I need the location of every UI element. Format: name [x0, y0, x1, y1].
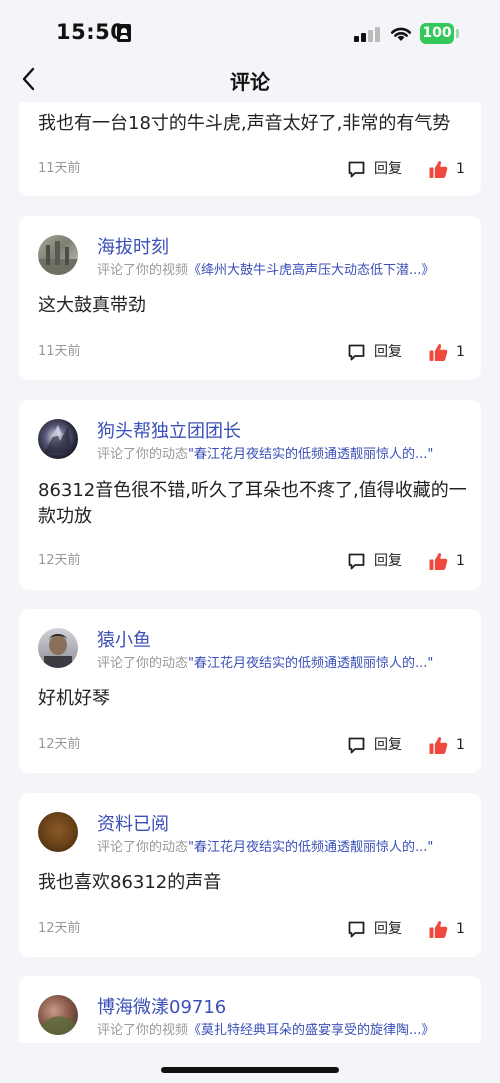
comment-list[interactable]: 我也有一台18寸的牛斗虎,声音太好了,非常的有气势 11天前 回复 1 海拔时刻… [0, 102, 500, 1043]
id-card-icon [117, 24, 131, 42]
thumbs-up-icon [429, 160, 448, 178]
like-count: 1 [456, 737, 465, 753]
like-button[interactable]: 1 [429, 919, 479, 939]
comment-bubble-icon [348, 553, 365, 570]
comment-bubble-icon [348, 737, 365, 754]
target-link[interactable]: "春江花月夜结实的低频通透靓丽惊人的..." [188, 447, 433, 462]
avatar[interactable] [38, 419, 78, 459]
comment-footer: 11天前 回复 1 [19, 159, 481, 179]
comment-time: 12天前 [38, 921, 81, 936]
comment-text: 我也有一台18寸的牛斗虎,声音太好了,非常的有气势 [38, 113, 451, 134]
comment-context: 评论了你的视频《绛州大鼓牛斗虎高声压大动态低下潜...》 [97, 259, 469, 278]
comment-card: 我也有一台18寸的牛斗虎,声音太好了,非常的有气势 11天前 回复 1 [19, 102, 481, 196]
thumbs-up-icon [429, 920, 448, 938]
comment-card: 博海微漾09716 评论了你的视频《莫扎特经典耳朵的盛宴享受的旋律陶...》 [19, 976, 481, 1043]
comment-card: 猿小鱼 评论了你的动态"春江花月夜结实的低频通透靓丽惊人的..." 好机好琴 1… [19, 609, 481, 773]
comment-context: 评论了你的动态"春江花月夜结实的低频通透靓丽惊人的..." [97, 652, 469, 671]
avatar[interactable] [38, 995, 78, 1035]
reply-label: 回复 [374, 344, 402, 360]
comment-text: 这大鼓真带劲 [38, 295, 146, 316]
thumbs-up-icon [429, 343, 448, 361]
thumbs-up-icon [429, 736, 448, 754]
like-count: 1 [456, 344, 465, 360]
avatar[interactable] [38, 812, 78, 852]
comment-text: 好机好琴 [38, 688, 110, 709]
comment-context: 评论了你的视频《莫扎特经典耳朵的盛宴享受的旋律陶...》 [97, 1019, 469, 1038]
battery-icon: 100 [420, 23, 454, 44]
like-count: 1 [456, 921, 465, 937]
target-link[interactable]: "春江花月夜结实的低频通透靓丽惊人的..." [188, 840, 433, 855]
comment-card: 狗头帮独立团团长 评论了你的动态"春江花月夜结实的低频通透靓丽惊人的..." 8… [19, 400, 481, 590]
comment-footer: 11天前 回复 1 [19, 342, 481, 362]
reply-label: 回复 [374, 553, 402, 569]
comment-time: 12天前 [38, 553, 81, 568]
target-link[interactable]: "春江花月夜结实的低频通透靓丽惊人的..." [188, 656, 433, 671]
username[interactable]: 资料已阅 [97, 810, 169, 836]
username[interactable]: 博海微漾09716 [97, 993, 226, 1019]
like-button[interactable]: 1 [429, 159, 479, 179]
page-title: 评论 [230, 70, 270, 94]
like-count: 1 [456, 161, 465, 177]
battery-tip [456, 29, 459, 38]
like-button[interactable]: 1 [429, 342, 479, 362]
comment-footer: 12天前 回复 1 [19, 735, 481, 755]
action-text: 评论了你的视频 [97, 263, 189, 278]
action-text: 评论了你的动态 [97, 840, 189, 855]
comment-footer: 12天前 回复 1 [19, 551, 481, 571]
status-time: 15:50 [56, 20, 126, 44]
reply-label: 回复 [374, 161, 402, 177]
reply-label: 回复 [374, 737, 402, 753]
wifi-icon [390, 27, 412, 41]
avatar[interactable] [38, 628, 78, 668]
comment-text: 86312音色很不错,听久了耳朵也不疼了,值得收藏的一款功放 [38, 480, 467, 527]
comment-context: 评论了你的动态"春江花月夜结实的低频通透靓丽惊人的..." [97, 836, 469, 855]
signal-icon [354, 26, 380, 42]
action-text: 评论了你的动态 [97, 656, 189, 671]
nav-bar: 评论 [0, 62, 500, 102]
reply-label: 回复 [374, 921, 402, 937]
comment-bubble-icon [348, 161, 365, 178]
comment-bubble-icon [348, 344, 365, 361]
thumbs-up-icon [429, 552, 448, 570]
status-bar: 15:50 100 [0, 0, 500, 62]
like-button[interactable]: 1 [429, 551, 479, 571]
action-text: 评论了你的动态 [97, 447, 189, 462]
comment-text: 我也喜欢86312的声音 [38, 872, 222, 893]
comment-footer: 12天前 回复 1 [19, 919, 481, 939]
home-indicator[interactable] [161, 1067, 339, 1073]
comment-card: 资料已阅 评论了你的动态"春江花月夜结实的低频通透靓丽惊人的..." 我也喜欢8… [19, 793, 481, 957]
action-text: 评论了你的视频 [97, 1023, 189, 1038]
username[interactable]: 海拔时刻 [97, 233, 169, 259]
avatar[interactable] [38, 235, 78, 275]
target-link[interactable]: 《绛州大鼓牛斗虎高声压大动态低下潜...》 [188, 263, 434, 278]
comment-time: 11天前 [38, 161, 81, 176]
comment-card: 海拔时刻 评论了你的视频《绛州大鼓牛斗虎高声压大动态低下潜...》 这大鼓真带劲… [19, 216, 481, 380]
comment-time: 12天前 [38, 737, 81, 752]
like-count: 1 [456, 553, 465, 569]
like-button[interactable]: 1 [429, 735, 479, 755]
comment-time: 11天前 [38, 344, 81, 359]
comment-context: 评论了你的动态"春江花月夜结实的低频通透靓丽惊人的..." [97, 443, 469, 462]
username[interactable]: 狗头帮独立团团长 [97, 417, 241, 443]
target-link[interactable]: 《莫扎特经典耳朵的盛宴享受的旋律陶...》 [188, 1023, 434, 1038]
comment-bubble-icon [348, 921, 365, 938]
username[interactable]: 猿小鱼 [97, 626, 151, 652]
